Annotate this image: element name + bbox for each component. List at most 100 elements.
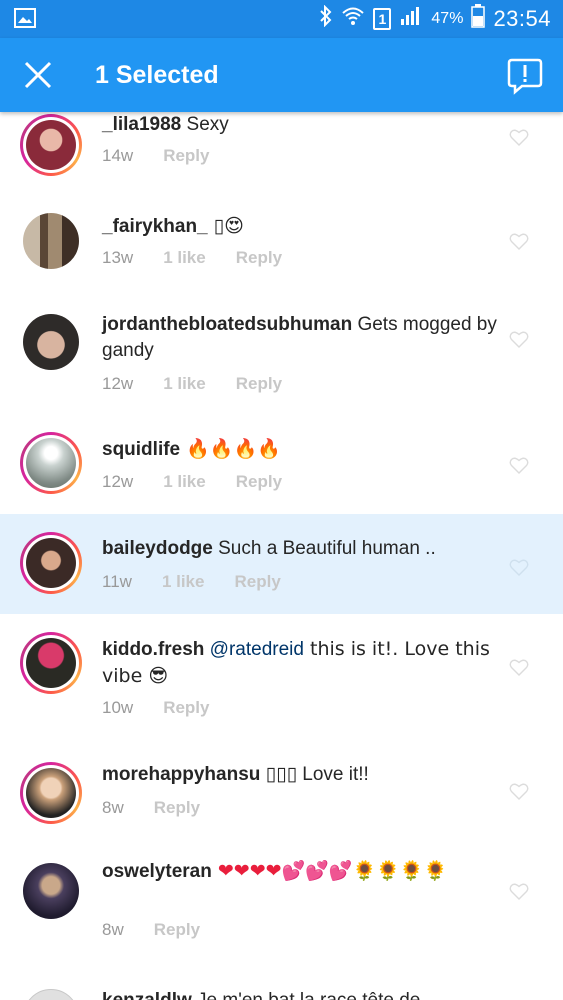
comment-meta: 8w Reply <box>102 798 200 818</box>
reply-button[interactable]: Reply <box>154 920 200 940</box>
reply-button[interactable]: Reply <box>236 472 282 492</box>
heart-icon[interactable] <box>509 782 529 800</box>
avatar <box>26 768 76 818</box>
bluetooth-icon <box>319 4 333 33</box>
heart-icon[interactable] <box>509 128 529 146</box>
close-icon <box>24 61 52 89</box>
selection-title: 1 Selected <box>95 61 219 89</box>
avatar-story-ring[interactable] <box>20 762 82 824</box>
comment-item[interactable]: kiddo.fresh @ratedreid this is it!. Love… <box>0 614 563 754</box>
avatar-story-ring[interactable] <box>20 632 82 694</box>
comment-item[interactable]: kenzaldlw Je m'en bat la race tête de <box>0 974 563 1000</box>
comment-username[interactable]: morehappyhansu <box>102 764 260 785</box>
comment-body: ▯▯▯ Love it!! <box>260 764 369 785</box>
comment-body: Je m'en bat la race tête de <box>192 990 420 1000</box>
heart-icon[interactable] <box>509 658 529 676</box>
comment-body: ▯😍 <box>207 215 244 237</box>
comment-body: Sexy <box>181 114 229 135</box>
comment-username[interactable]: _lila1988 <box>102 114 181 135</box>
reply-button[interactable]: Reply <box>234 572 280 592</box>
comment-username[interactable]: kiddo.fresh <box>102 639 204 660</box>
comment-text: jordanthebloatedsubhuman Gets mogged by … <box>102 312 503 364</box>
comment-time: 10w <box>102 698 134 717</box>
comment-username[interactable]: oswelyteran <box>102 861 212 882</box>
status-bar: 1 47% 23:54 <box>0 0 563 38</box>
comment-time: 8w <box>102 920 124 939</box>
comment-text: kenzaldlw Je m'en bat la race tête de <box>102 988 503 1000</box>
avatar <box>26 538 76 588</box>
avatar-wrap[interactable] <box>20 210 82 272</box>
comment-username[interactable]: squidlife <box>102 439 180 460</box>
clock: 23:54 <box>493 6 551 31</box>
likes-count[interactable]: 1 like <box>163 248 206 268</box>
heart-icon[interactable] <box>509 882 529 900</box>
comment-meta: 12w 1 like Reply <box>102 472 282 492</box>
comment-text: morehappyhansu ▯▯▯ Love it!! <box>102 762 503 788</box>
reply-button[interactable]: Reply <box>154 798 200 818</box>
comment-item[interactable]: oswelyteran ❤❤❤❤💕💕💕🌻🌻🌻🌻 8w Reply <box>0 854 563 974</box>
avatar <box>23 314 79 370</box>
avatar-story-ring[interactable] <box>20 532 82 594</box>
heart-icon[interactable] <box>509 558 529 576</box>
comment-text: baileydodge Such a Beautiful human .. <box>102 536 503 562</box>
gallery-notification-icon <box>14 8 36 28</box>
avatar <box>26 638 76 688</box>
comment-text: oswelyteran ❤❤❤❤💕💕💕🌻🌻🌻🌻 <box>102 858 503 885</box>
comment-item[interactable]: _lila1988 Sexy 14w Reply <box>0 112 563 210</box>
avatar-wrap[interactable] <box>20 311 82 373</box>
wifi-icon <box>341 6 365 32</box>
report-button[interactable] <box>501 52 549 100</box>
report-icon <box>507 58 543 95</box>
reply-button[interactable]: Reply <box>236 248 282 268</box>
comment-item-selected[interactable]: baileydodge Such a Beautiful human .. 11… <box>0 514 563 614</box>
battery-icon <box>471 4 486 34</box>
comment-username[interactable]: baileydodge <box>102 538 213 559</box>
avatar <box>26 120 76 170</box>
comment-meta: 11w 1 like Reply <box>102 572 281 592</box>
comment-body: 🔥🔥🔥🔥 <box>180 438 281 460</box>
comment-time: 14w <box>102 146 134 165</box>
comment-body: ❤❤❤❤💕💕💕🌻🌻🌻🌻 <box>211 860 448 882</box>
likes-count[interactable]: 1 like <box>162 572 205 592</box>
comment-meta: 12w 1 like Reply <box>102 374 282 394</box>
close-button[interactable] <box>14 51 62 99</box>
reply-button[interactable]: Reply <box>236 374 282 394</box>
avatar-story-ring[interactable] <box>20 114 82 176</box>
comment-time: 12w <box>102 472 134 491</box>
comment-time: 11w <box>102 572 132 591</box>
selection-action-bar: 1 Selected <box>0 38 563 112</box>
comment-meta: 10w Reply <box>102 698 209 718</box>
avatar-wrap[interactable] <box>20 986 82 1000</box>
comment-text: kiddo.fresh @ratedreid this is it!. Love… <box>102 636 503 690</box>
sim-icon: 1 <box>373 8 392 30</box>
comment-username[interactable]: jordanthebloatedsubhuman <box>102 314 352 335</box>
comment-item[interactable]: morehappyhansu ▯▯▯ Love it!! 8w Reply <box>0 754 563 854</box>
heart-icon[interactable] <box>509 330 529 348</box>
comment-username[interactable]: kenzaldlw <box>102 990 192 1000</box>
avatar <box>23 989 79 1000</box>
comment-time: 8w <box>102 798 124 817</box>
avatar <box>23 863 79 919</box>
comment-item[interactable]: _fairykhan_ ▯😍 13w 1 like Reply <box>0 210 563 310</box>
comment-mention[interactable]: @ratedreid <box>204 639 304 660</box>
heart-icon[interactable] <box>509 232 529 250</box>
heart-icon[interactable] <box>509 456 529 474</box>
comment-list: _lila1988 Sexy 14w Reply _fairykhan_ ▯😍 … <box>0 112 563 1000</box>
battery-percent: 47% <box>431 10 464 27</box>
comment-text: _lila1988 Sexy <box>102 112 503 138</box>
reply-button[interactable]: Reply <box>163 698 209 718</box>
avatar <box>26 438 76 488</box>
comment-text: _fairykhan_ ▯😍 <box>102 213 503 240</box>
comment-meta: 8w Reply <box>102 920 200 940</box>
comment-username[interactable]: _fairykhan_ <box>102 216 208 237</box>
likes-count[interactable]: 1 like <box>163 472 206 492</box>
comment-time: 13w <box>102 248 134 267</box>
comment-body: Such a Beautiful human .. <box>212 538 436 559</box>
comment-item[interactable]: jordanthebloatedsubhuman Gets mogged by … <box>0 310 563 436</box>
avatar-wrap[interactable] <box>20 860 82 922</box>
avatar <box>23 213 79 269</box>
reply-button[interactable]: Reply <box>163 146 209 166</box>
likes-count[interactable]: 1 like <box>163 374 206 394</box>
avatar-story-ring[interactable] <box>20 432 82 494</box>
comment-text: squidlife 🔥🔥🔥🔥 <box>102 436 503 463</box>
